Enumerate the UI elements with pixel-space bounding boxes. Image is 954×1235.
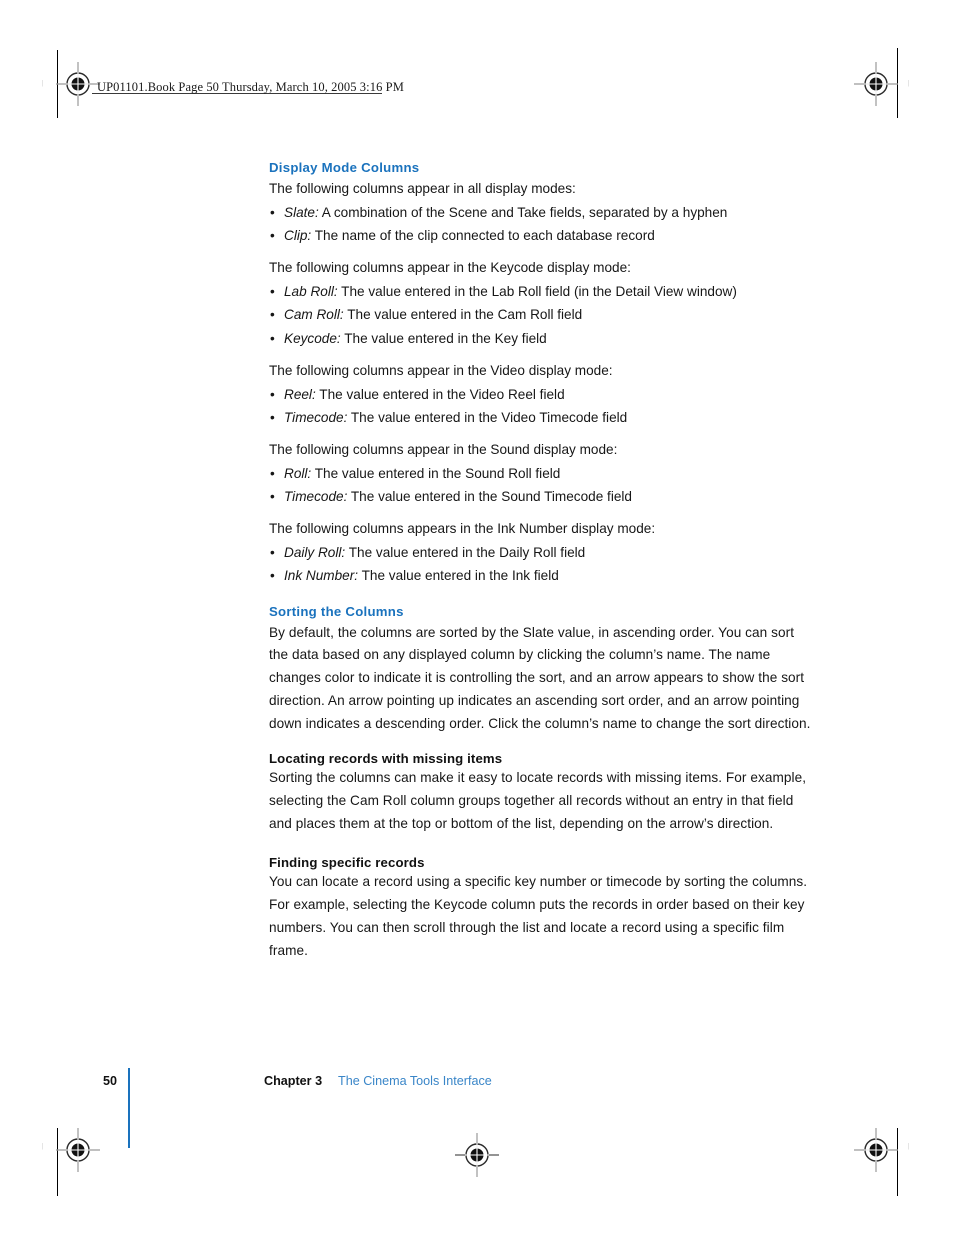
bullet-list-keycode-mode: • Lab Roll: The value entered in the Lab … <box>269 280 816 350</box>
lead-in-keycode-mode: The following columns appear in the Keyc… <box>269 260 631 276</box>
bullet-icon: • <box>270 409 275 425</box>
bullet-list-all-modes: • Slate: A combination of the Scene and T… <box>269 201 816 248</box>
lead-in-video-mode: The following columns appear in the Vide… <box>269 362 613 378</box>
list-item-term: Clip: <box>284 228 312 243</box>
page-number: 50 <box>103 1074 118 1088</box>
list-item-term: Cam Roll: <box>284 307 344 323</box>
list-item-term: Daily Roll: <box>284 545 346 561</box>
list-item-text: The value entered in the Ink field <box>358 568 559 584</box>
subheading-locating-records: Locating records with missing items <box>269 751 503 767</box>
list-item-term: Roll: <box>284 465 312 481</box>
list-item: • Lab Roll: The value entered in the Lab … <box>269 280 816 303</box>
list-item-term: Lab Roll: <box>284 284 338 299</box>
list-item: • Slate: A combination of the Scene and T… <box>269 201 816 224</box>
bullet-list-video-mode: • Reel: The value entered in the Video Re… <box>269 383 816 430</box>
edge-tick-top-left: | <box>42 79 44 87</box>
footer-chapter-number: Chapter 3 <box>264 1074 323 1088</box>
footer-accent-rule <box>128 1068 130 1148</box>
page-title: Display Mode Columns <box>269 160 420 175</box>
list-item-term: Timecode: <box>284 489 348 505</box>
paragraph-locating-records: Sorting the columns can make it easy to … <box>269 770 807 831</box>
list-item-text: The name of the clip connected to each d… <box>311 228 655 243</box>
list-item-text: A combination of the Scene and Take fiel… <box>318 204 728 220</box>
list-item-term: Reel: <box>284 386 316 402</box>
crop-line-top-left-vertical <box>57 50 58 118</box>
list-item-term: Keycode: <box>284 330 341 346</box>
list-item: • Timecode: The value entered in the Soun… <box>269 485 816 508</box>
list-item: • Ink Number: The value entered in the In… <box>269 564 816 587</box>
list-item: • Reel: The value entered in the Video Re… <box>269 383 816 406</box>
list-item: • Timecode: The value entered in the Vide… <box>269 406 816 429</box>
bullet-icon: • <box>270 228 275 243</box>
page-footer: 50 Chapter 3 The Cinema Tools Interface <box>0 1068 954 1158</box>
list-item-text: The value entered in the Daily Roll fiel… <box>345 545 586 561</box>
list-item-text: The value entered in the Video Timecode … <box>347 409 628 425</box>
main-content: Display Mode Columns The following colum… <box>269 160 816 962</box>
bullet-list-sound-mode: • Roll: The value entered in the Sound Ro… <box>269 462 816 509</box>
page-slug-line: UP01101.Book Page 50 Thursday, March 10,… <box>97 80 404 94</box>
bullet-icon: • <box>270 568 275 584</box>
list-item-text: The value entered in the Video Reel fiel… <box>315 386 565 402</box>
section-heading-sorting: Sorting the Columns <box>269 603 404 619</box>
bullet-icon: • <box>270 330 275 346</box>
list-item-term: Ink Number: <box>284 568 359 584</box>
bullet-icon: • <box>270 489 275 505</box>
lead-in-sound-mode: The following columns appear in the Soun… <box>269 442 618 458</box>
bullet-icon: • <box>270 204 275 220</box>
list-item-text: The value entered in the Cam Roll field <box>343 307 583 323</box>
footer-chapter-title: The Cinema Tools Interface <box>338 1074 492 1088</box>
list-item-text: The value entered in the Key field <box>340 330 547 346</box>
bullet-icon: • <box>270 465 275 481</box>
document-page: | | | | UP01101.Book Page 50 Thursday, M… <box>0 0 954 1235</box>
list-item: • Clip: The name of the clip connected to… <box>269 224 816 247</box>
bullet-icon: • <box>270 284 275 299</box>
list-item-term: Timecode: <box>284 409 348 425</box>
list-item-term: Slate: <box>284 204 319 220</box>
list-item-text: The value entered in the Sound Timecode … <box>347 489 632 505</box>
bullet-icon: • <box>270 307 275 323</box>
paragraph-finding-records: You can locate a record using a specific… <box>269 874 808 958</box>
list-item: • Cam Roll: The value entered in the Cam … <box>269 303 816 326</box>
list-item: • Keycode: The value entered in the Key f… <box>269 327 816 350</box>
list-item: • Roll: The value entered in the Sound Ro… <box>269 462 816 485</box>
lead-in-ink-number-mode: The following columns appears in the Ink… <box>269 521 656 537</box>
bullet-list-ink-number-mode: • Daily Roll: The value entered in the Da… <box>269 541 816 588</box>
crop-line-top-right-vertical <box>897 48 898 118</box>
subheading-finding-records: Finding specific records <box>269 855 425 871</box>
list-item-text: The value entered in the Lab Roll field … <box>337 284 737 299</box>
bullet-icon: • <box>270 386 275 402</box>
lead-in-all-modes: The following columns appear in all disp… <box>269 181 576 196</box>
registration-mark-top-right <box>854 62 898 106</box>
bullet-icon: • <box>270 545 275 561</box>
list-item: • Daily Roll: The value entered in the Da… <box>269 541 816 564</box>
edge-tick-top-right: | <box>908 79 910 87</box>
registration-mark-top-left <box>56 62 100 106</box>
list-item-text: The value entered in the Sound Roll fiel… <box>311 465 561 481</box>
paragraph-sorting-body: By default, the columns are sorted by th… <box>269 624 811 731</box>
